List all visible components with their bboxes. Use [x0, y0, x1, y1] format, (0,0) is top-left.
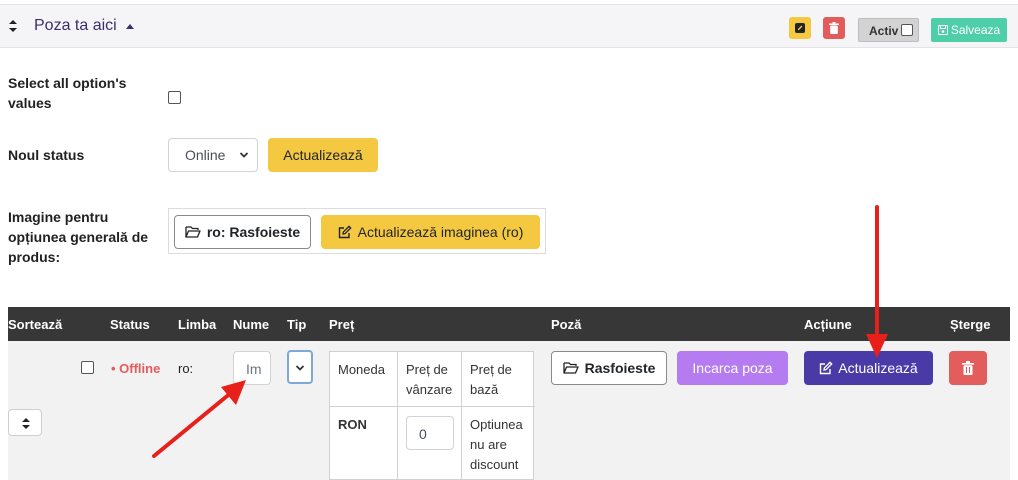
th-actiune: Acțiune [804, 317, 852, 332]
th-status: Status [110, 317, 150, 332]
sale-price-value: 0 [419, 426, 427, 442]
folder-open-icon [562, 362, 579, 374]
th-tip: Tip [287, 317, 307, 332]
values-table-header: Sortează Status Limba Nume Tip Preț Poză… [8, 307, 1010, 341]
save-label: Salveaza [950, 23, 1001, 37]
price-col-currency: Moneda [338, 362, 385, 377]
row-update-label: Actualizează [838, 360, 918, 376]
save-button[interactable]: Salveaza [931, 18, 1007, 42]
caret-up-icon[interactable] [126, 24, 134, 29]
active-label: Activ [869, 24, 899, 38]
edit-icon [795, 23, 805, 33]
row-language: ro: [178, 361, 194, 376]
row-browse-button[interactable]: Rasfoieste [551, 351, 667, 385]
pen-square-icon [338, 225, 352, 239]
active-checkbox[interactable] [901, 24, 913, 36]
update-image-label: Actualizează imaginea (ro) [357, 224, 524, 240]
upload-image-button[interactable]: Incarca poza [677, 351, 788, 385]
row-update-button[interactable]: Actualizează [804, 351, 933, 385]
save-icon [937, 25, 948, 35]
sale-price-input[interactable]: 0 [406, 416, 454, 450]
row-move-handle[interactable] [8, 409, 42, 436]
row-delete-button[interactable] [949, 351, 987, 385]
select-all-checkbox[interactable] [168, 91, 181, 104]
folder-open-icon [185, 226, 201, 238]
trash-icon [962, 361, 974, 375]
chevron-down-icon [239, 152, 249, 158]
price-table-divider [330, 406, 535, 407]
row-name-value: Im [246, 361, 262, 377]
th-sort: Sortează [8, 317, 63, 332]
trash-icon [829, 22, 839, 34]
status-update-button[interactable]: Actualizează [268, 138, 378, 172]
option-title[interactable]: Poza ta aici [34, 17, 117, 35]
select-all-label: Select all option's values [8, 75, 127, 111]
base-price-note: Optiunea nu are discount [470, 417, 523, 472]
pen-square-icon [820, 361, 833, 375]
row-checkbox[interactable] [81, 361, 94, 374]
price-currency: RON [338, 417, 367, 432]
th-pret: Preț [329, 317, 355, 332]
browse-image-label: ro: Rasfoieste [206, 224, 301, 240]
price-table-divider [397, 352, 398, 480]
th-sterge: Șterge [950, 317, 991, 332]
row-browse-label: Rasfoieste [584, 360, 656, 376]
image-label: Imagine pentru opțiunea generală de prod… [8, 209, 149, 265]
sort-icon[interactable] [6, 17, 20, 35]
option-header: Poza ta aici Activ Salveaza [0, 4, 1018, 48]
active-toggle[interactable]: Activ [858, 18, 919, 42]
chevron-down-icon [295, 365, 305, 371]
new-status-label: Noul status [8, 147, 85, 163]
sort-icon [22, 418, 30, 429]
price-table: Moneda Preț de vânzare Preț de bază RON … [329, 351, 535, 480]
price-col-sale: Preț de vânzare [406, 362, 453, 397]
delete-option-button[interactable] [823, 17, 845, 39]
price-table-divider [461, 352, 462, 480]
th-poza: Poză [551, 317, 582, 332]
th-limba: Limba [178, 317, 217, 332]
status-select-value: Online [185, 147, 226, 163]
browse-image-button[interactable]: ro: Rasfoieste [174, 215, 311, 249]
th-nume: Nume [233, 317, 270, 332]
price-col-base: Preț de bază [470, 362, 512, 397]
row-type-select[interactable] [287, 350, 313, 384]
edit-option-button[interactable] [789, 17, 811, 39]
status-select[interactable]: Online [168, 138, 258, 172]
row-status: • Offline [111, 361, 161, 376]
row-name-input[interactable]: Im [233, 351, 271, 385]
update-image-button[interactable]: Actualizează imaginea (ro) [321, 215, 540, 249]
